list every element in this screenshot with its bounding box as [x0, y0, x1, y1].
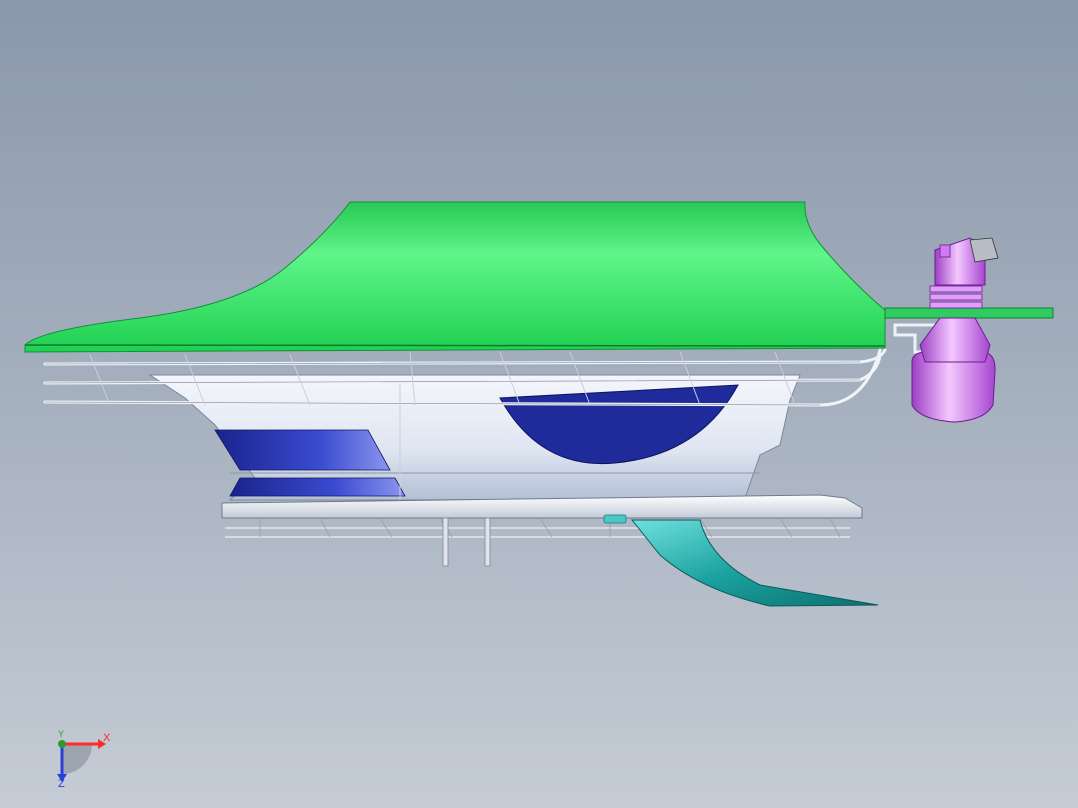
valve-assembly[interactable] — [911, 237, 999, 423]
deflector-fin[interactable] — [630, 519, 879, 607]
axis-x-label: X — [103, 732, 111, 744]
canopy[interactable] — [24, 201, 886, 353]
axis-y-label: Y — [58, 729, 65, 739]
axis-z-label: Z — [58, 778, 65, 790]
triad-graphic — [57, 739, 106, 782]
cad-model[interactable] — [0, 0, 1078, 808]
coordinate-triad: X Y Z — [40, 722, 130, 802]
y-axis-dot-icon — [58, 740, 66, 748]
mount-bracket[interactable] — [884, 307, 1054, 319]
hull[interactable] — [148, 374, 801, 501]
triad-plane — [62, 744, 92, 774]
base-plate[interactable] — [221, 494, 863, 567]
graphics-viewport[interactable]: X Y Z — [0, 0, 1078, 808]
